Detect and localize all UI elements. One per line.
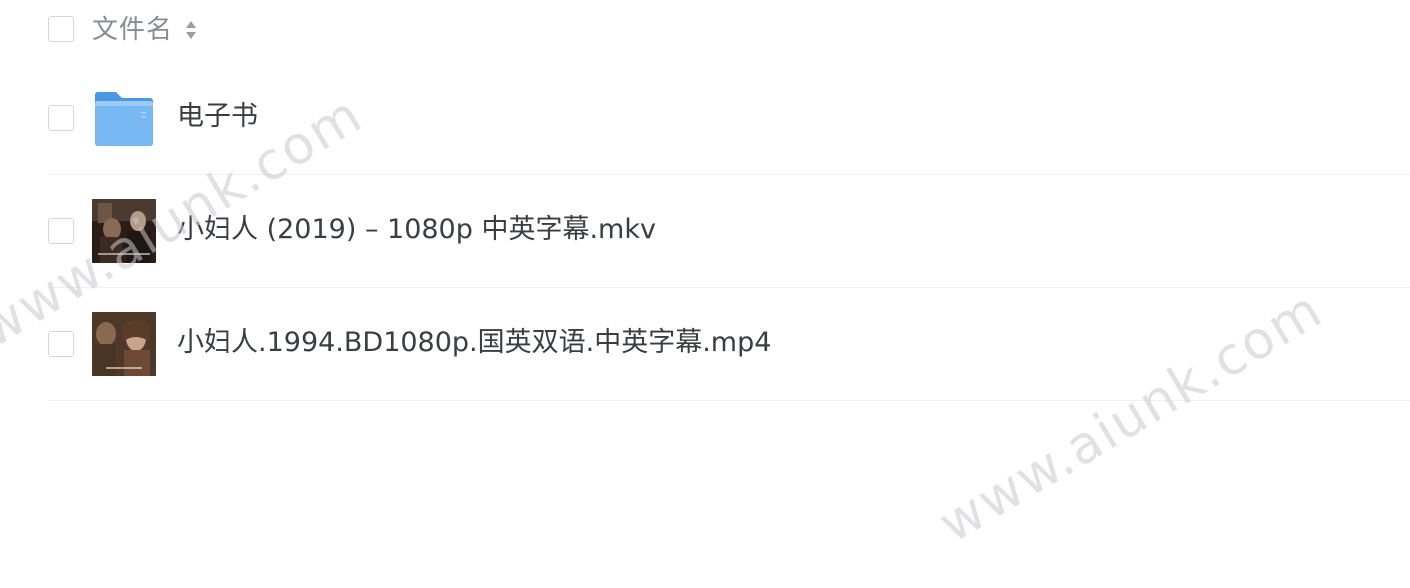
file-name[interactable]: 电子书 bbox=[177, 100, 258, 134]
file-row-video[interactable]: 小妇人 (2019) – 1080p 中英字幕.mkv bbox=[48, 175, 1410, 288]
file-list-header: 文件名 bbox=[48, 0, 1410, 62]
sort-updown-icon[interactable] bbox=[185, 19, 197, 41]
file-row-video[interactable]: 小妇人.1994.BD1080p.国英双语.中英字幕.mp4 bbox=[48, 288, 1410, 401]
file-name[interactable]: 小妇人 (2019) – 1080p 中英字幕.mkv bbox=[177, 213, 656, 247]
file-name[interactable]: 小妇人.1994.BD1080p.国英双语.中英字幕.mp4 bbox=[177, 326, 771, 360]
row-checkbox[interactable] bbox=[48, 105, 74, 131]
file-list: 文件名 电子书 小妇人 (2019) – 1080p 中英字幕.mkv 小妇人.… bbox=[48, 0, 1410, 401]
file-row-folder[interactable]: 电子书 bbox=[48, 62, 1410, 175]
select-all-checkbox[interactable] bbox=[48, 16, 74, 42]
row-checkbox[interactable] bbox=[48, 331, 74, 357]
column-header-filename[interactable]: 文件名 bbox=[92, 14, 173, 46]
video-thumbnail bbox=[92, 199, 156, 263]
video-thumbnail bbox=[92, 312, 156, 376]
folder-icon bbox=[95, 92, 153, 146]
row-checkbox[interactable] bbox=[48, 218, 74, 244]
